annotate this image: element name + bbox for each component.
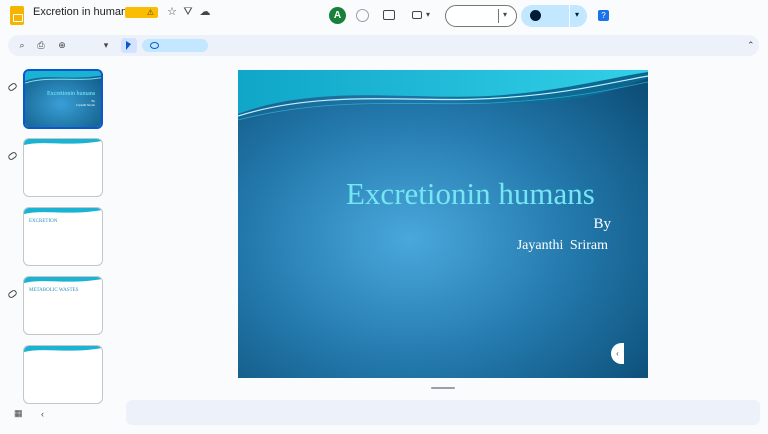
version-history-icon[interactable]	[356, 9, 369, 22]
search-icon[interactable]: ⌕	[16, 39, 28, 51]
slides-logo-icon[interactable]	[10, 6, 24, 25]
chevron-left-icon: ‹	[616, 349, 619, 358]
globe-icon	[530, 10, 541, 21]
comments-icon[interactable]	[383, 10, 395, 20]
collapse-toolbar-chevron-icon[interactable]: ⌃	[747, 40, 755, 51]
warning-badge[interactable]: ⚠	[125, 7, 158, 18]
cloud-status-icon[interactable]: ☁	[198, 5, 212, 19]
print-icon[interactable]: ⎙	[35, 39, 47, 51]
slide-author[interactable]: Jayanthi Sriram	[517, 238, 608, 254]
star-icon[interactable]: ☆	[165, 5, 179, 19]
thumbnail-title: Excretionin humans	[47, 91, 96, 97]
share-button[interactable]: ▾	[521, 5, 587, 27]
collapse-filmstrip-chevron-icon[interactable]: ‹	[41, 409, 44, 419]
document-title[interactable]: Excretion in humans	[33, 6, 133, 18]
button-divider	[569, 5, 570, 27]
viewing-mode-button[interactable]	[142, 39, 208, 52]
notes-resize-handle[interactable]	[431, 387, 455, 389]
slideshow-button[interactable]: ▾	[445, 5, 517, 27]
top-bar: Excretion in humans ⚠ ☆ ⛛ ☁ A ▾ ▾ ▾ ?	[0, 0, 768, 32]
slide-thumbnail-2[interactable]	[23, 138, 103, 197]
gemini-icon[interactable]: ?	[598, 10, 609, 21]
select-tool-button[interactable]	[121, 38, 137, 53]
collaborator-avatar[interactable]: A	[329, 7, 346, 24]
slide-byline[interactable]: By	[593, 216, 611, 233]
slide-thumbnail-4[interactable]: METABOLIC WASTES	[23, 276, 103, 335]
button-divider	[498, 9, 499, 23]
thumbnail-text: METABOLIC WASTES	[29, 288, 79, 293]
thumbnail-wave	[24, 346, 102, 352]
chevron-down-icon[interactable]: ▾	[426, 10, 430, 19]
slide-thumbnail-5[interactable]	[23, 345, 103, 404]
thumbnail-author: By Jayanthi Sriram	[76, 99, 95, 107]
warning-icon: ⚠	[146, 8, 154, 17]
zoom-icon[interactable]: ⊕	[56, 39, 68, 51]
zoom-chevron-down-icon[interactable]: ▾	[100, 39, 112, 51]
meet-camera-icon[interactable]	[412, 11, 422, 19]
eye-icon	[150, 42, 159, 49]
slide-title[interactable]: Excretionin humans	[346, 176, 636, 212]
share-options-chevron-icon[interactable]: ▾	[575, 10, 579, 19]
slideshow-options-chevron-icon[interactable]: ▾	[503, 10, 507, 19]
slide-thumbnail-3[interactable]: EXCRETION	[23, 207, 103, 266]
link-icon	[7, 288, 18, 300]
slide-thumbnail-1[interactable]: Excretionin humans By Jayanthi Sriram	[23, 69, 103, 129]
speaker-notes-area[interactable]	[126, 400, 760, 425]
thumbnail-wave	[24, 208, 102, 214]
editing-toolbar: ⌕ ⎙ ⊕ ▾ ⌃	[8, 35, 759, 56]
thumbnail-text: EXCRETION	[29, 219, 58, 224]
link-icon	[7, 81, 18, 93]
link-icon	[7, 150, 18, 162]
thumbnail-wave	[24, 139, 102, 145]
move-to-drive-icon[interactable]: ⛛	[181, 5, 195, 19]
slide-canvas[interactable]: Excretionin humans By Jayanthi Sriram	[238, 70, 648, 378]
slide-background	[238, 70, 648, 378]
thumbnail-wave	[24, 277, 102, 283]
grid-view-icon[interactable]: ▦	[14, 409, 24, 418]
